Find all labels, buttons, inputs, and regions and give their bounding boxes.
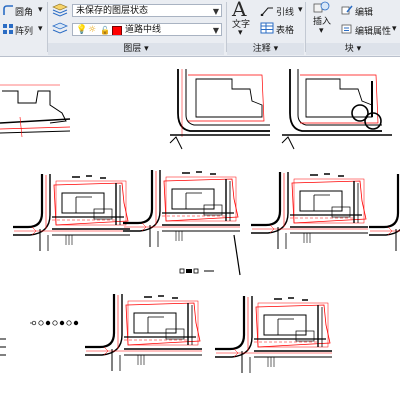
leader-icon[interactable] [260,4,274,16]
layer-state-value: 未保存的图层状态 [76,6,149,16]
array-button[interactable]: 阵列 [15,24,33,37]
layer-match-icon[interactable] [52,22,68,36]
array-icon[interactable] [2,23,14,35]
edit-block-icon[interactable] [341,4,353,16]
fillet-button[interactable]: 圆角 [15,5,33,18]
symbol-row [30,320,79,326]
layer-color-swatch [112,26,122,35]
site-plan-drawing [11,172,132,253]
edit-attributes-icon[interactable] [341,23,353,35]
table-button[interactable]: 表格 [276,23,294,36]
ribbon: 圆角 ▾ 阵列 ▾ 未保存的图层状态 ▼ 💡 ☼ 🔓 道路中线 ▼ 图层 ▾ A… [0,0,400,57]
annotation-panel-title[interactable]: 注释 ▾ [227,43,304,55]
edit-attributes-button[interactable]: 编辑属性 [355,24,391,37]
chevron-down-icon: ▼ [212,26,219,35]
site-plan-drawing [367,172,400,253]
array-dropdown-arrow[interactable]: ▾ [38,24,43,34]
legend-symbols [179,234,241,276]
layers-panel-title[interactable]: 图层 ▾ [48,43,224,55]
site-plan-drawing [213,294,334,375]
insert-block-icon[interactable] [312,0,332,14]
layer-thaw-sun-icon: ☼ [88,25,97,35]
edit-block-button[interactable]: 编辑 [355,5,373,18]
fillet-dropdown-arrow[interactable]: ▾ [38,5,43,15]
leader-dropdown-arrow[interactable]: ▾ [298,5,303,15]
site-plan-drawing [281,69,392,150]
table-icon[interactable] [260,22,274,34]
current-layer-name: 道路中线 [125,25,162,35]
edit-attributes-dropdown-arrow[interactable]: ▾ [392,24,397,34]
text-dropdown-arrow[interactable]: ▾ [238,28,243,38]
leader-button[interactable]: 引线 [276,5,294,18]
layer-properties-icon[interactable] [52,3,68,17]
current-layer-dropdown[interactable]: 💡 ☼ 🔓 道路中线 ▼ [72,23,222,36]
layer-state-dropdown[interactable]: 未保存的图层状态 ▼ [72,4,222,17]
layer-on-bulb-icon: 💡 [76,25,88,35]
fillet-icon[interactable] [2,4,14,16]
site-plan-drawing [0,84,71,138]
layer-unlock-icon: 🔓 [100,26,110,35]
site-plan-drawing [169,69,270,150]
block-panel-title[interactable]: 块 ▾ [306,43,400,55]
insert-dropdown-arrow[interactable]: ▾ [319,26,324,36]
site-plan-drawing [249,170,370,251]
site-plan-drawing [121,168,242,249]
edge-marks [0,338,6,356]
site-plan-drawing [83,292,204,373]
chevron-down-icon: ▼ [212,7,219,16]
drawing-canvas[interactable] [0,57,400,400]
